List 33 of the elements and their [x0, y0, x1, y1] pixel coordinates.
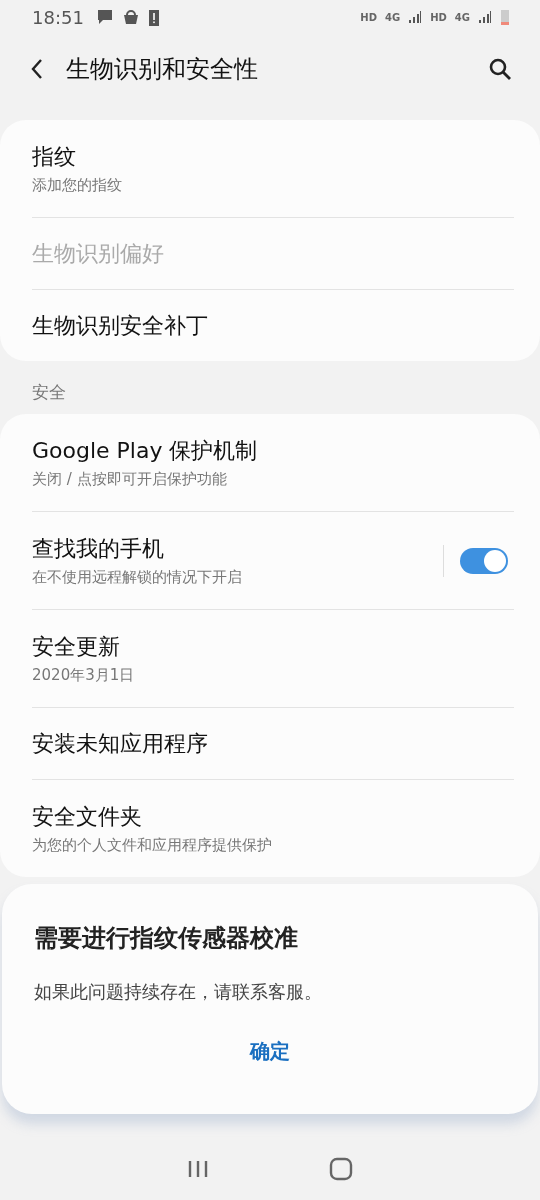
setting-subtitle: 添加您的指纹 — [32, 176, 123, 195]
network-label: 4G — [454, 11, 470, 23]
search-icon[interactable] — [488, 57, 512, 81]
setting-subtitle: 关闭 / 点按即可开启保护功能 — [32, 470, 228, 489]
setting-subtitle: 为您的个人文件和应用程序提供保护 — [32, 836, 273, 855]
network-label: 4G — [385, 11, 401, 23]
setting-title[interactable]: Google Play 保护机制 — [32, 436, 514, 466]
recent-apps-icon — [187, 1159, 209, 1179]
section-header: 安全 — [31, 381, 67, 404]
toggle-switch[interactable] — [460, 547, 508, 574]
setting-title[interactable]: 指纹 — [32, 142, 514, 172]
dialog-message: 如果此问题持续存在，请联系客服。 — [34, 980, 323, 1004]
setting-title[interactable]: 生物识别安全补丁 — [32, 310, 514, 341]
confirm-button[interactable]: 确定 — [234, 1034, 306, 1069]
page-title: 生物识别和安全性 — [66, 54, 259, 85]
battery-alert-icon — [147, 8, 160, 26]
network-label: HD — [430, 11, 447, 23]
back-icon[interactable] — [30, 58, 44, 80]
message-icon — [95, 8, 114, 26]
setting-title[interactable]: 安全文件夹 — [32, 802, 514, 832]
setting-subtitle: 在不使用远程解锁的情况下开启 — [32, 568, 243, 587]
battery-icon — [500, 8, 510, 26]
setting-title[interactable]: 安全更新 — [32, 632, 514, 662]
bag-icon — [121, 8, 140, 26]
setting-title[interactable]: 安装未知应用程序 — [32, 728, 514, 759]
setting-title[interactable]: 查找我的手机 — [32, 534, 443, 564]
dialog-title: 需要进行指纹传感器校准 — [34, 923, 299, 954]
setting-subtitle: 2020年3月1日 — [32, 666, 136, 685]
network-label: HD — [360, 11, 377, 23]
home-icon — [329, 1157, 353, 1181]
signal-icon — [408, 10, 423, 24]
signal-icon — [478, 10, 492, 24]
status-time: 18:51 — [32, 6, 84, 28]
